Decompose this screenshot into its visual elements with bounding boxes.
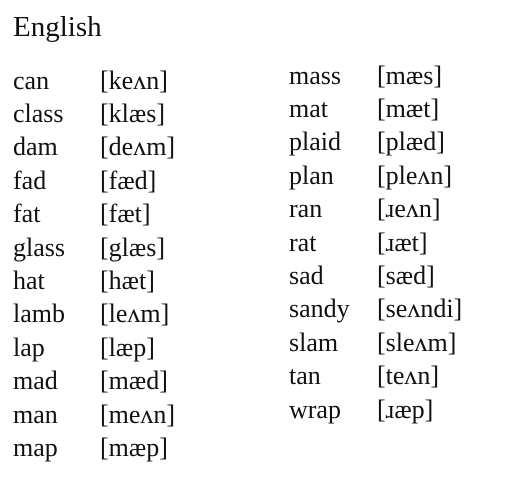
english-word: ran (289, 194, 323, 224)
english-word: fad (13, 165, 47, 195)
ipa-transcription: [meʌn] (100, 399, 176, 429)
ipa-transcription: [sleʌm] (377, 327, 457, 357)
english-word: slam (289, 327, 339, 357)
word-entry: lamb [leʌm] (13, 298, 175, 331)
english-word: plan (289, 160, 334, 190)
ipa-transcription: [seʌndi] (377, 294, 463, 324)
english-word: map (13, 432, 58, 462)
word-entry: mad [mæd] (13, 365, 175, 398)
word-entry: sandy [seʌndi] (289, 293, 462, 326)
ipa-transcription: [ɹæt] (377, 227, 428, 257)
word-entry: dam [deʌm] (13, 131, 175, 164)
word-list-left: can [keʌn] class [klæs] dam [deʌm] fad [fæd] fat… (13, 64, 175, 465)
word-entry: sad [sæd] (289, 259, 462, 292)
ipa-transcription: [glæs] (100, 232, 165, 262)
ipa-transcription: [klæs] (100, 99, 165, 129)
english-word: hat (13, 266, 45, 296)
english-word: tan (289, 361, 321, 391)
section-heading: English (13, 11, 102, 43)
word-entry: plan [pleʌn] (289, 159, 462, 192)
ipa-transcription: [sæd] (377, 261, 435, 291)
word-entry: mat [mæt] (289, 92, 462, 125)
ipa-transcription: [ɹæp] (377, 394, 434, 424)
ipa-transcription: [mæt] (377, 94, 440, 124)
ipa-transcription: [ɹeʌn] (377, 194, 441, 224)
english-word: sad (289, 261, 324, 291)
word-entry: fat [fæt] (13, 198, 175, 231)
word-entry: slam [sleʌm] (289, 326, 462, 359)
ipa-transcription: [mæp] (100, 432, 168, 462)
english-word: man (13, 399, 58, 429)
word-entry: map [mæp] (13, 431, 175, 464)
english-word: can (13, 65, 50, 95)
english-word: rat (289, 227, 317, 257)
english-word: dam (13, 132, 58, 162)
ipa-transcription: [teʌn] (377, 361, 440, 391)
word-entry: mass [mæs] (289, 59, 462, 92)
ipa-transcription: [plæd] (377, 127, 445, 157)
word-entry: man [meʌn] (13, 398, 175, 431)
word-list-right: mass [mæs] mat [mæt] plaid [plæd] plan [pleʌn] r… (289, 59, 462, 426)
ipa-transcription: [keʌn] (100, 65, 168, 95)
ipa-transcription: [hæt] (100, 266, 155, 296)
english-word: mat (289, 94, 328, 124)
english-word: lamb (13, 299, 65, 329)
word-entry: plaid [plæd] (289, 126, 462, 159)
word-entry: rat [ɹæt] (289, 226, 462, 259)
ipa-transcription: [fæd] (100, 165, 157, 195)
english-word: mass (289, 60, 341, 90)
word-entry: can [keʌn] (13, 64, 175, 97)
ipa-transcription: [leʌm] (100, 299, 170, 329)
word-entry: lap [læp] (13, 331, 175, 364)
english-word: fat (13, 199, 41, 229)
ipa-transcription: [pleʌn] (377, 160, 453, 190)
word-entry: ran [ɹeʌn] (289, 193, 462, 226)
word-entry: glass [glæs] (13, 231, 175, 264)
english-word: plaid (289, 127, 341, 157)
ipa-transcription: [fæt] (100, 199, 151, 229)
word-entry: fad [fæd] (13, 164, 175, 197)
ipa-transcription: [læp] (100, 332, 155, 362)
ipa-transcription: [mæs] (377, 60, 442, 90)
english-word: wrap (289, 394, 341, 424)
word-entry: hat [hæt] (13, 264, 175, 297)
english-word: lap (13, 332, 45, 362)
english-word: sandy (289, 294, 350, 324)
english-word: glass (13, 232, 65, 262)
english-word: class (13, 99, 64, 129)
ipa-transcription: [deʌm] (100, 132, 176, 162)
english-word: mad (13, 366, 58, 396)
ipa-transcription: [mæd] (100, 366, 168, 396)
word-entry: class [klæs] (13, 97, 175, 130)
word-entry: tan [teʌn] (289, 360, 462, 393)
word-entry: wrap [ɹæp] (289, 393, 462, 426)
